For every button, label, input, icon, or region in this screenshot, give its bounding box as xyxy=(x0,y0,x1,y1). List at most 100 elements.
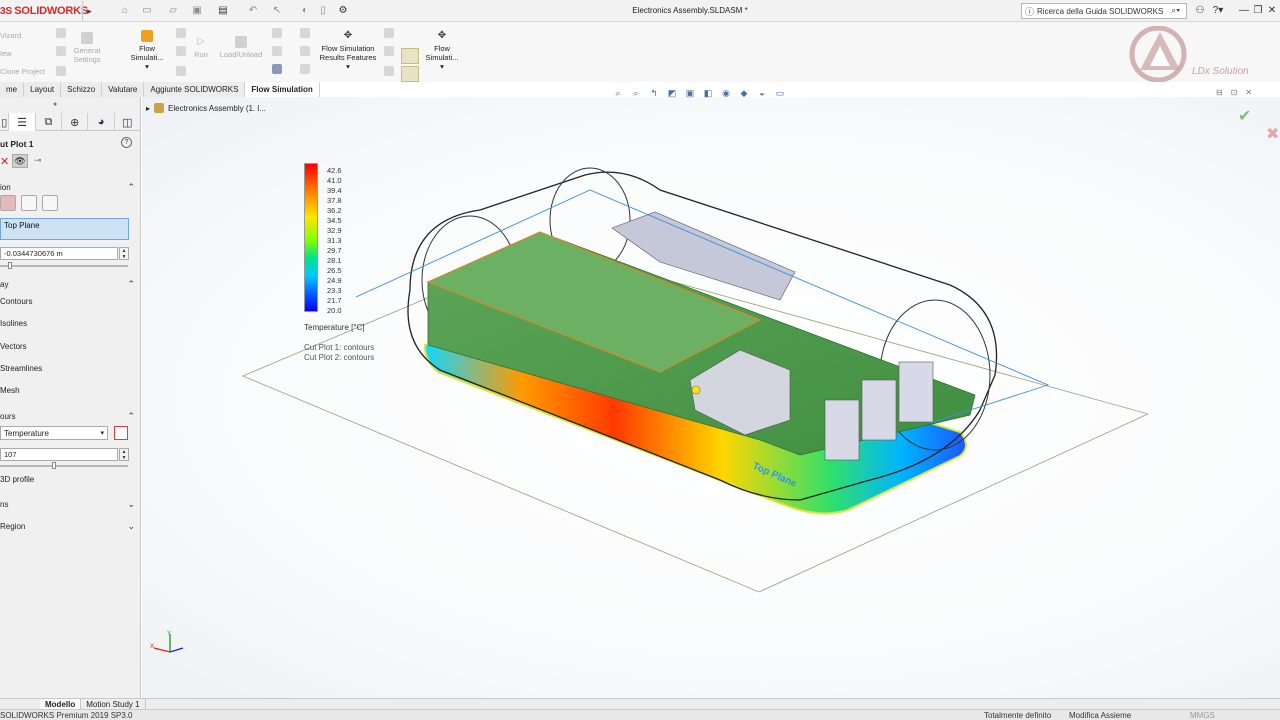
confirm-check-icon[interactable]: ✔ xyxy=(1238,106,1251,126)
selection-group-header[interactable]: ion ⌃ xyxy=(0,182,140,193)
dim-tool-icon[interactable] xyxy=(384,28,394,38)
pin-icon[interactable]: ⊸ xyxy=(34,155,42,166)
region-group-header[interactable]: Region ⌄ xyxy=(0,521,140,532)
tab-home[interactable]: me xyxy=(0,82,25,97)
mesh-option[interactable]: Mesh xyxy=(0,386,20,395)
general-settings-button[interactable]: General Settings xyxy=(70,32,104,64)
dim-tool-icon[interactable] xyxy=(56,28,66,38)
viewport-minimize-icon[interactable]: ⊟ xyxy=(1216,88,1223,97)
dim-tool-icon[interactable] xyxy=(56,46,66,56)
flow-simulation-2-button[interactable]: ✥ Flow Simulati... ▾ xyxy=(422,30,462,71)
tab-layout[interactable]: Layout xyxy=(24,82,62,97)
dim-tool-icon[interactable] xyxy=(272,46,282,56)
results-features-button[interactable]: ✥ Flow Simulation Results Features ▾ xyxy=(316,30,380,71)
cancel-x-icon[interactable]: ✖ xyxy=(1266,124,1279,144)
eye-icon[interactable]: 👁 xyxy=(12,154,28,168)
dim-tool-icon[interactable] xyxy=(384,66,394,76)
run-button[interactable]: ▷ Run xyxy=(190,36,212,59)
collapse-chevron-icon[interactable]: ⌃ xyxy=(127,279,135,290)
flow-simulation-menu-button[interactable]: Flow Simulati... ▾ xyxy=(126,30,168,71)
drag-handle-icon[interactable] xyxy=(691,385,701,395)
zoom-area-icon[interactable]: ⌕ xyxy=(629,87,643,99)
vectors-option[interactable]: Vectors xyxy=(0,342,27,351)
select-section-button[interactable] xyxy=(21,195,37,211)
wizard-button[interactable]: Vizard xyxy=(0,31,21,40)
dim-tool-icon[interactable] xyxy=(300,64,310,74)
expand-chevron-icon[interactable]: ⌄ xyxy=(127,521,135,532)
levels-input[interactable]: 107 xyxy=(0,448,118,461)
select-options-button[interactable] xyxy=(42,195,58,211)
collapse-chevron-icon[interactable]: ⌃ xyxy=(127,411,135,422)
view-orientation-icon[interactable]: ▣ xyxy=(683,87,697,99)
display-style-icon[interactable]: ◧ xyxy=(701,87,715,99)
new-document-icon[interactable]: ▭ xyxy=(140,4,154,18)
units-status[interactable]: MMGS xyxy=(1190,710,1215,720)
rebuild-icon[interactable]: ◐ xyxy=(298,4,312,18)
dim-tool-icon[interactable] xyxy=(300,28,310,38)
isolines-option[interactable]: Isolines xyxy=(0,319,27,328)
offset-slider-thumb[interactable] xyxy=(8,262,12,269)
lightbulb-toggle-icon[interactable] xyxy=(401,48,419,64)
save-icon[interactable]: ▣ xyxy=(190,4,204,18)
dim-tool-icon[interactable] xyxy=(176,28,186,38)
adjust-legend-button[interactable] xyxy=(114,426,128,440)
edit-appearance-icon[interactable]: ◆ xyxy=(737,87,751,99)
tab-flow-simulation[interactable]: Flow Simulation xyxy=(245,82,320,97)
clone-project-button[interactable]: Clone Project xyxy=(0,67,45,76)
solidworks-logo[interactable]: 3S SOLIDWORKS xyxy=(0,3,88,19)
menu-expand-icon[interactable]: ▸ xyxy=(82,1,96,21)
view-settings-icon[interactable]: ▭ xyxy=(773,87,787,99)
help-question-icon[interactable]: ?▾ xyxy=(1210,3,1226,19)
offset-slider-track[interactable] xyxy=(0,265,128,267)
dim-tool-icon[interactable] xyxy=(272,28,282,38)
plane-selection-box[interactable]: Top Plane xyxy=(0,218,129,240)
viewport-restore-icon[interactable]: ⊡ xyxy=(1231,88,1238,97)
open-icon[interactable]: ▱ xyxy=(166,4,180,18)
display-manager-tab[interactable]: ◕ xyxy=(88,113,115,131)
3d-profile-checkbox[interactable]: 3D profile xyxy=(0,475,34,484)
feature-tree-flyout[interactable]: ▸ Electronics Assembly (1. l... xyxy=(146,103,266,113)
dim-tool-icon[interactable] xyxy=(56,66,66,76)
hide-show-icon[interactable]: ◉ xyxy=(719,87,733,99)
property-manager-tab[interactable]: ☰ xyxy=(9,113,36,131)
previous-view-icon[interactable]: ↰ xyxy=(647,87,661,99)
dim-tool-icon[interactable] xyxy=(384,46,394,56)
offset-spinner[interactable]: ▲ ▼ xyxy=(119,247,129,260)
flow-analysis-tree-tab[interactable]: ◫ xyxy=(115,113,140,131)
cut-plot-toggle-icon[interactable] xyxy=(401,66,419,82)
viewport-close-icon[interactable]: ✕ xyxy=(1245,88,1252,97)
expand-chevron-icon[interactable]: ⌄ xyxy=(127,499,135,510)
home-icon[interactable]: ⌂ xyxy=(118,4,132,18)
parameter-select[interactable]: Temperature ▾ xyxy=(0,426,108,440)
collapse-chevron-icon[interactable]: ⌃ xyxy=(127,182,135,193)
section-view-icon[interactable]: ◩ xyxy=(665,87,679,99)
select-plane-button[interactable] xyxy=(0,195,16,211)
file-properties-icon[interactable]: ▯ xyxy=(316,4,330,18)
help-question-icon[interactable]: ? xyxy=(121,137,132,148)
levels-slider-track[interactable] xyxy=(0,465,128,467)
user-icon[interactable]: ⚇ xyxy=(1192,3,1208,19)
feature-manager-tab[interactable]: ▯ xyxy=(0,113,10,131)
apply-scene-icon[interactable]: ◒ xyxy=(755,87,769,99)
assembly-label[interactable]: Electronics Assembly (1. l... xyxy=(168,104,266,113)
load-unload-button[interactable]: Load/Unload xyxy=(216,36,266,59)
search-icon[interactable]: ⌕▾ xyxy=(1171,5,1180,16)
undo-icon[interactable]: ↶ xyxy=(246,4,260,18)
dim-tool-icon[interactable] xyxy=(176,66,186,76)
zoom-to-fit-icon[interactable]: ⌕ xyxy=(611,87,625,99)
panel-resize-handle[interactable]: ● xyxy=(53,101,57,108)
close-icon[interactable]: ✕ xyxy=(1264,3,1280,19)
levels-spinner[interactable]: ▲ ▼ xyxy=(119,448,129,461)
contours-option[interactable]: Contours xyxy=(0,297,32,306)
options-gear-icon[interactable]: ⚙ xyxy=(336,4,350,18)
close-x-icon[interactable]: ✕ xyxy=(0,155,9,168)
view-button[interactable]: Iew xyxy=(0,49,12,58)
options-group-header[interactable]: ns ⌄ xyxy=(0,499,140,510)
dim-tool-icon[interactable] xyxy=(300,46,310,56)
contours-group-header[interactable]: ours ⌃ xyxy=(0,411,140,422)
dimxpert-manager-tab[interactable]: ⊕ xyxy=(62,113,89,131)
levels-slider-thumb[interactable] xyxy=(52,462,56,469)
offset-input[interactable]: -0.0344730676 m xyxy=(0,247,118,260)
help-search-input[interactable]: ⓘ Ricerca della Guida SOLIDWORKS ⌕▾ xyxy=(1021,3,1187,19)
tab-sketch[interactable]: Schizzo xyxy=(61,82,103,97)
